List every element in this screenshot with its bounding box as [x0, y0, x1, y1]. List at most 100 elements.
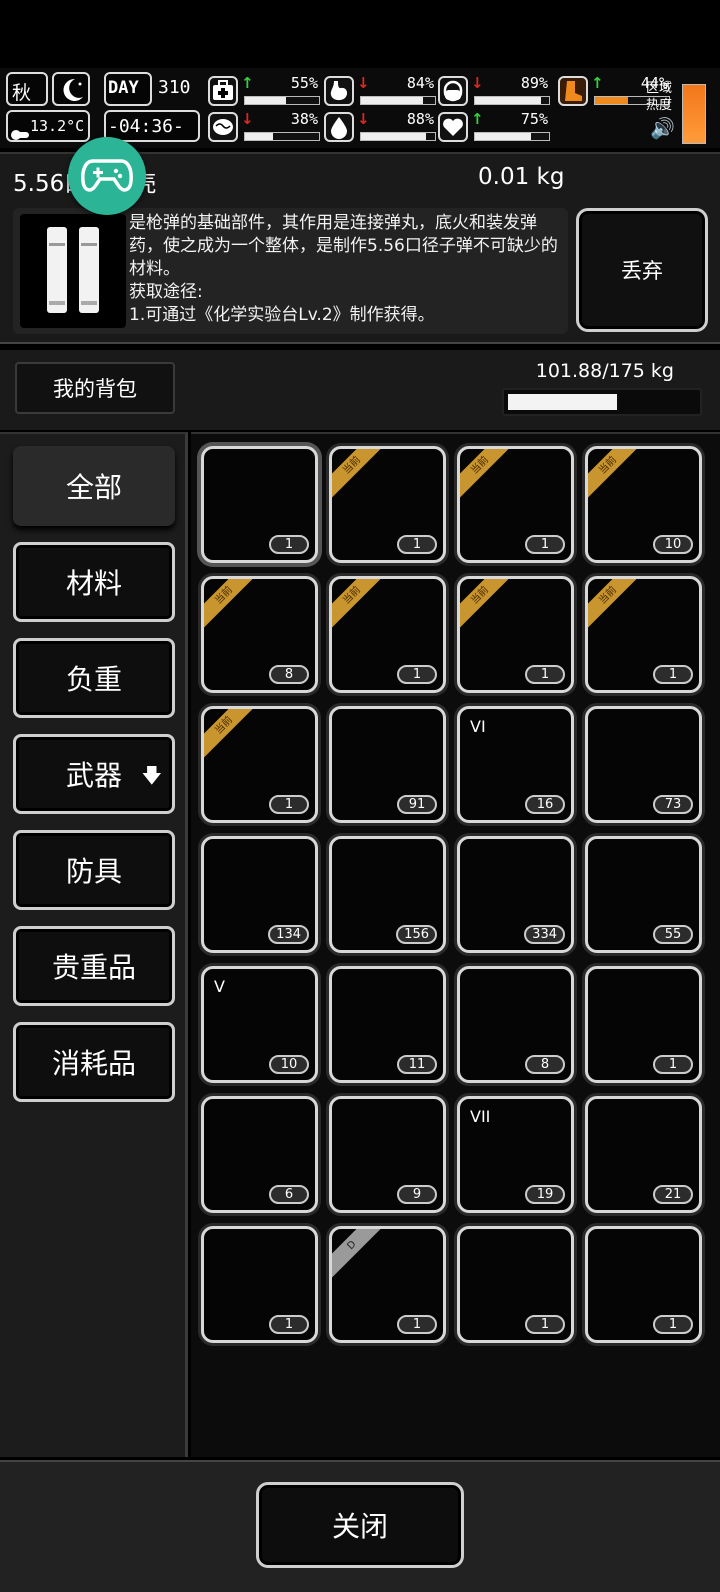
day-number: 310 [158, 77, 191, 98]
stat-bar [474, 132, 550, 141]
category-label: 材料 [65, 567, 122, 600]
backpack-title: 我的背包 [15, 362, 175, 414]
stat-mood: ↑ 75% [438, 110, 550, 146]
stat-value: 55% [290, 74, 318, 92]
inventory-slot-test-tube-v[interactable]: V 10 [201, 966, 318, 1083]
inventory-slot-wet-rag[interactable]: 1 [201, 1226, 318, 1343]
season-label: 秋 [12, 82, 32, 104]
inventory-slot-yellow-cloth[interactable]: 8 [457, 966, 574, 1083]
stat-hunger: ↓ 84% [324, 74, 436, 110]
inventory-slot-red-katana[interactable]: 1 [585, 1226, 702, 1343]
stat-bar [360, 96, 436, 105]
inventory-slot-cloth-roll[interactable]: 73 [585, 706, 702, 823]
inventory-slot-chest-rig[interactable]: 当前 1 [457, 576, 574, 693]
inventory-slot-helmet[interactable]: 当前 1 [585, 576, 702, 693]
item-count-badge: 1 [269, 535, 309, 554]
red-katana-icon [470, 1237, 562, 1325]
item-count-badge: 1 [397, 1315, 437, 1334]
stat-value: 89% [520, 74, 548, 92]
inventory-slot-leather-strip[interactable]: 156 [329, 836, 446, 953]
item-count-badge: 8 [525, 1055, 565, 1074]
red-katana-icon [598, 1237, 690, 1325]
day-box: DAY [104, 72, 152, 106]
inventory-slot-bullet-casing[interactable]: 1 [201, 446, 318, 563]
item-count-badge: 1 [653, 1315, 693, 1334]
footer-bar: 关闭 [0, 1460, 720, 1592]
item-description: 是枪弹的基础部件，其作用是连接弹丸，底火和装发弹药，使之成为一个整体，是制作5.… [129, 212, 561, 327]
svg-text:VI: VI [470, 717, 486, 736]
item-count-badge: 21 [653, 1185, 693, 1204]
inventory-slot-folded-cloth[interactable]: 334 [457, 836, 574, 953]
inventory-slot-spool-orange[interactable]: 11 [329, 966, 446, 1083]
stat-value: 88% [406, 110, 434, 128]
item-count-badge: 91 [397, 795, 437, 814]
inventory-slot-red-katana[interactable]: 1 [457, 1226, 574, 1343]
category-label: 消耗品 [51, 1047, 136, 1080]
test-tube-v-icon: V [214, 977, 306, 1065]
category-materials[interactable]: 材料 [13, 542, 175, 622]
trend-arrow-icon: ↓ [357, 110, 370, 128]
stat-value: 75% [520, 110, 548, 128]
stat-value: 38% [290, 110, 318, 128]
inventory-slot-yellow-crystal[interactable]: 21 [585, 1096, 702, 1213]
inventory-slot-cloth-sheet[interactable]: 134 [201, 836, 318, 953]
stat-bar-fill [361, 97, 424, 104]
inventory-slot-white-roll[interactable]: 1 [585, 966, 702, 1083]
inventory-slot-paper-roll[interactable]: 6 [201, 1096, 318, 1213]
item-count-badge: 1 [653, 1055, 693, 1074]
item-count-badge: 9 [397, 1185, 437, 1204]
inventory-slot-test-tube-vi[interactable]: VI 16 [457, 706, 574, 823]
category-consumables[interactable]: 消耗品 [13, 1022, 175, 1102]
temperature-box: 13.2°C [6, 110, 90, 142]
source-label: 获取途径: [129, 282, 203, 302]
speaker-icon[interactable]: 🔊 [650, 116, 675, 140]
item-count-badge: 156 [396, 925, 437, 944]
stat-brain: ↓ 38% [208, 110, 320, 146]
category-all[interactable]: 全部 [13, 446, 175, 526]
zone-heat-panel: 区域热度 🔊 [642, 72, 718, 146]
inventory-slot-gas-mask[interactable]: 当前 1 [329, 576, 446, 693]
item-count-badge: 10 [269, 1055, 309, 1074]
inventory-slot-armor-plate[interactable]: 当前 1 [457, 446, 574, 563]
category-weapons[interactable]: 武器 🡇 [13, 734, 175, 814]
folded-cloth-icon [470, 847, 562, 935]
discard-button[interactable]: 丢弃 [576, 208, 708, 332]
stat-bar-fill [475, 133, 531, 140]
svg-text:VII: VII [470, 1107, 491, 1126]
inventory-slot-exoskeleton[interactable]: 当前 1 [329, 446, 446, 563]
item-count-badge: 55 [653, 925, 693, 944]
item-count-badge: 8 [269, 665, 309, 684]
boot-icon [558, 76, 588, 106]
inventory-grid: 1 当前 1 当前 1 当前 10 当前 8 当前 1 当前 1 当前 1 当前 1 91 VI 16 73 134 1… [191, 432, 720, 1457]
zone-heat-meter [682, 84, 706, 144]
item-count-badge: 334 [524, 925, 565, 944]
item-count-badge: 1 [269, 1315, 309, 1334]
thread-spool-icon [342, 1107, 434, 1195]
close-button[interactable]: 关闭 [256, 1482, 464, 1568]
inventory-slot-red-katana[interactable]: D1 [329, 1226, 446, 1343]
backpack-weight-bar [502, 388, 702, 416]
trend-arrow-icon: ↓ [357, 74, 370, 92]
item-count-badge: 10 [653, 535, 693, 554]
item-count-badge: 1 [269, 795, 309, 814]
item-count-badge: 134 [268, 925, 309, 944]
inventory-slot-torn-shirt[interactable]: 55 [585, 836, 702, 953]
description-body: 是枪弹的基础部件，其作用是连接弹丸，底火和装发弹药，使之成为一个整体，是制作5.… [129, 213, 558, 279]
inventory-slot-thread-spool[interactable]: 9 [329, 1096, 446, 1213]
category-sidebar: 全部材料负重武器 🡇 防具贵重品消耗品 [0, 432, 188, 1457]
stat-bar [244, 132, 320, 141]
item-thumbnail [20, 214, 126, 328]
backpack-weight-fill [508, 394, 618, 410]
category-valuables[interactable]: 贵重品 [13, 926, 175, 1006]
bullet-casing-icon [47, 227, 99, 313]
category-armor[interactable]: 防具 [13, 830, 175, 910]
inventory-slot-canteen[interactable]: 当前 8 [201, 576, 318, 693]
inventory-slot-ore-rock[interactable]: 91 [329, 706, 446, 823]
category-load[interactable]: 负重 [13, 638, 175, 718]
inventory-slot-ammo-box[interactable]: 当前 10 [585, 446, 702, 563]
inventory-slot-spiked-club[interactable]: 当前 1 [201, 706, 318, 823]
item-count-badge: 1 [653, 665, 693, 684]
item-count-badge: 1 [525, 1315, 565, 1334]
gamepad-float-button[interactable] [68, 137, 146, 215]
inventory-slot-test-tube-vii[interactable]: VII 19 [457, 1096, 574, 1213]
